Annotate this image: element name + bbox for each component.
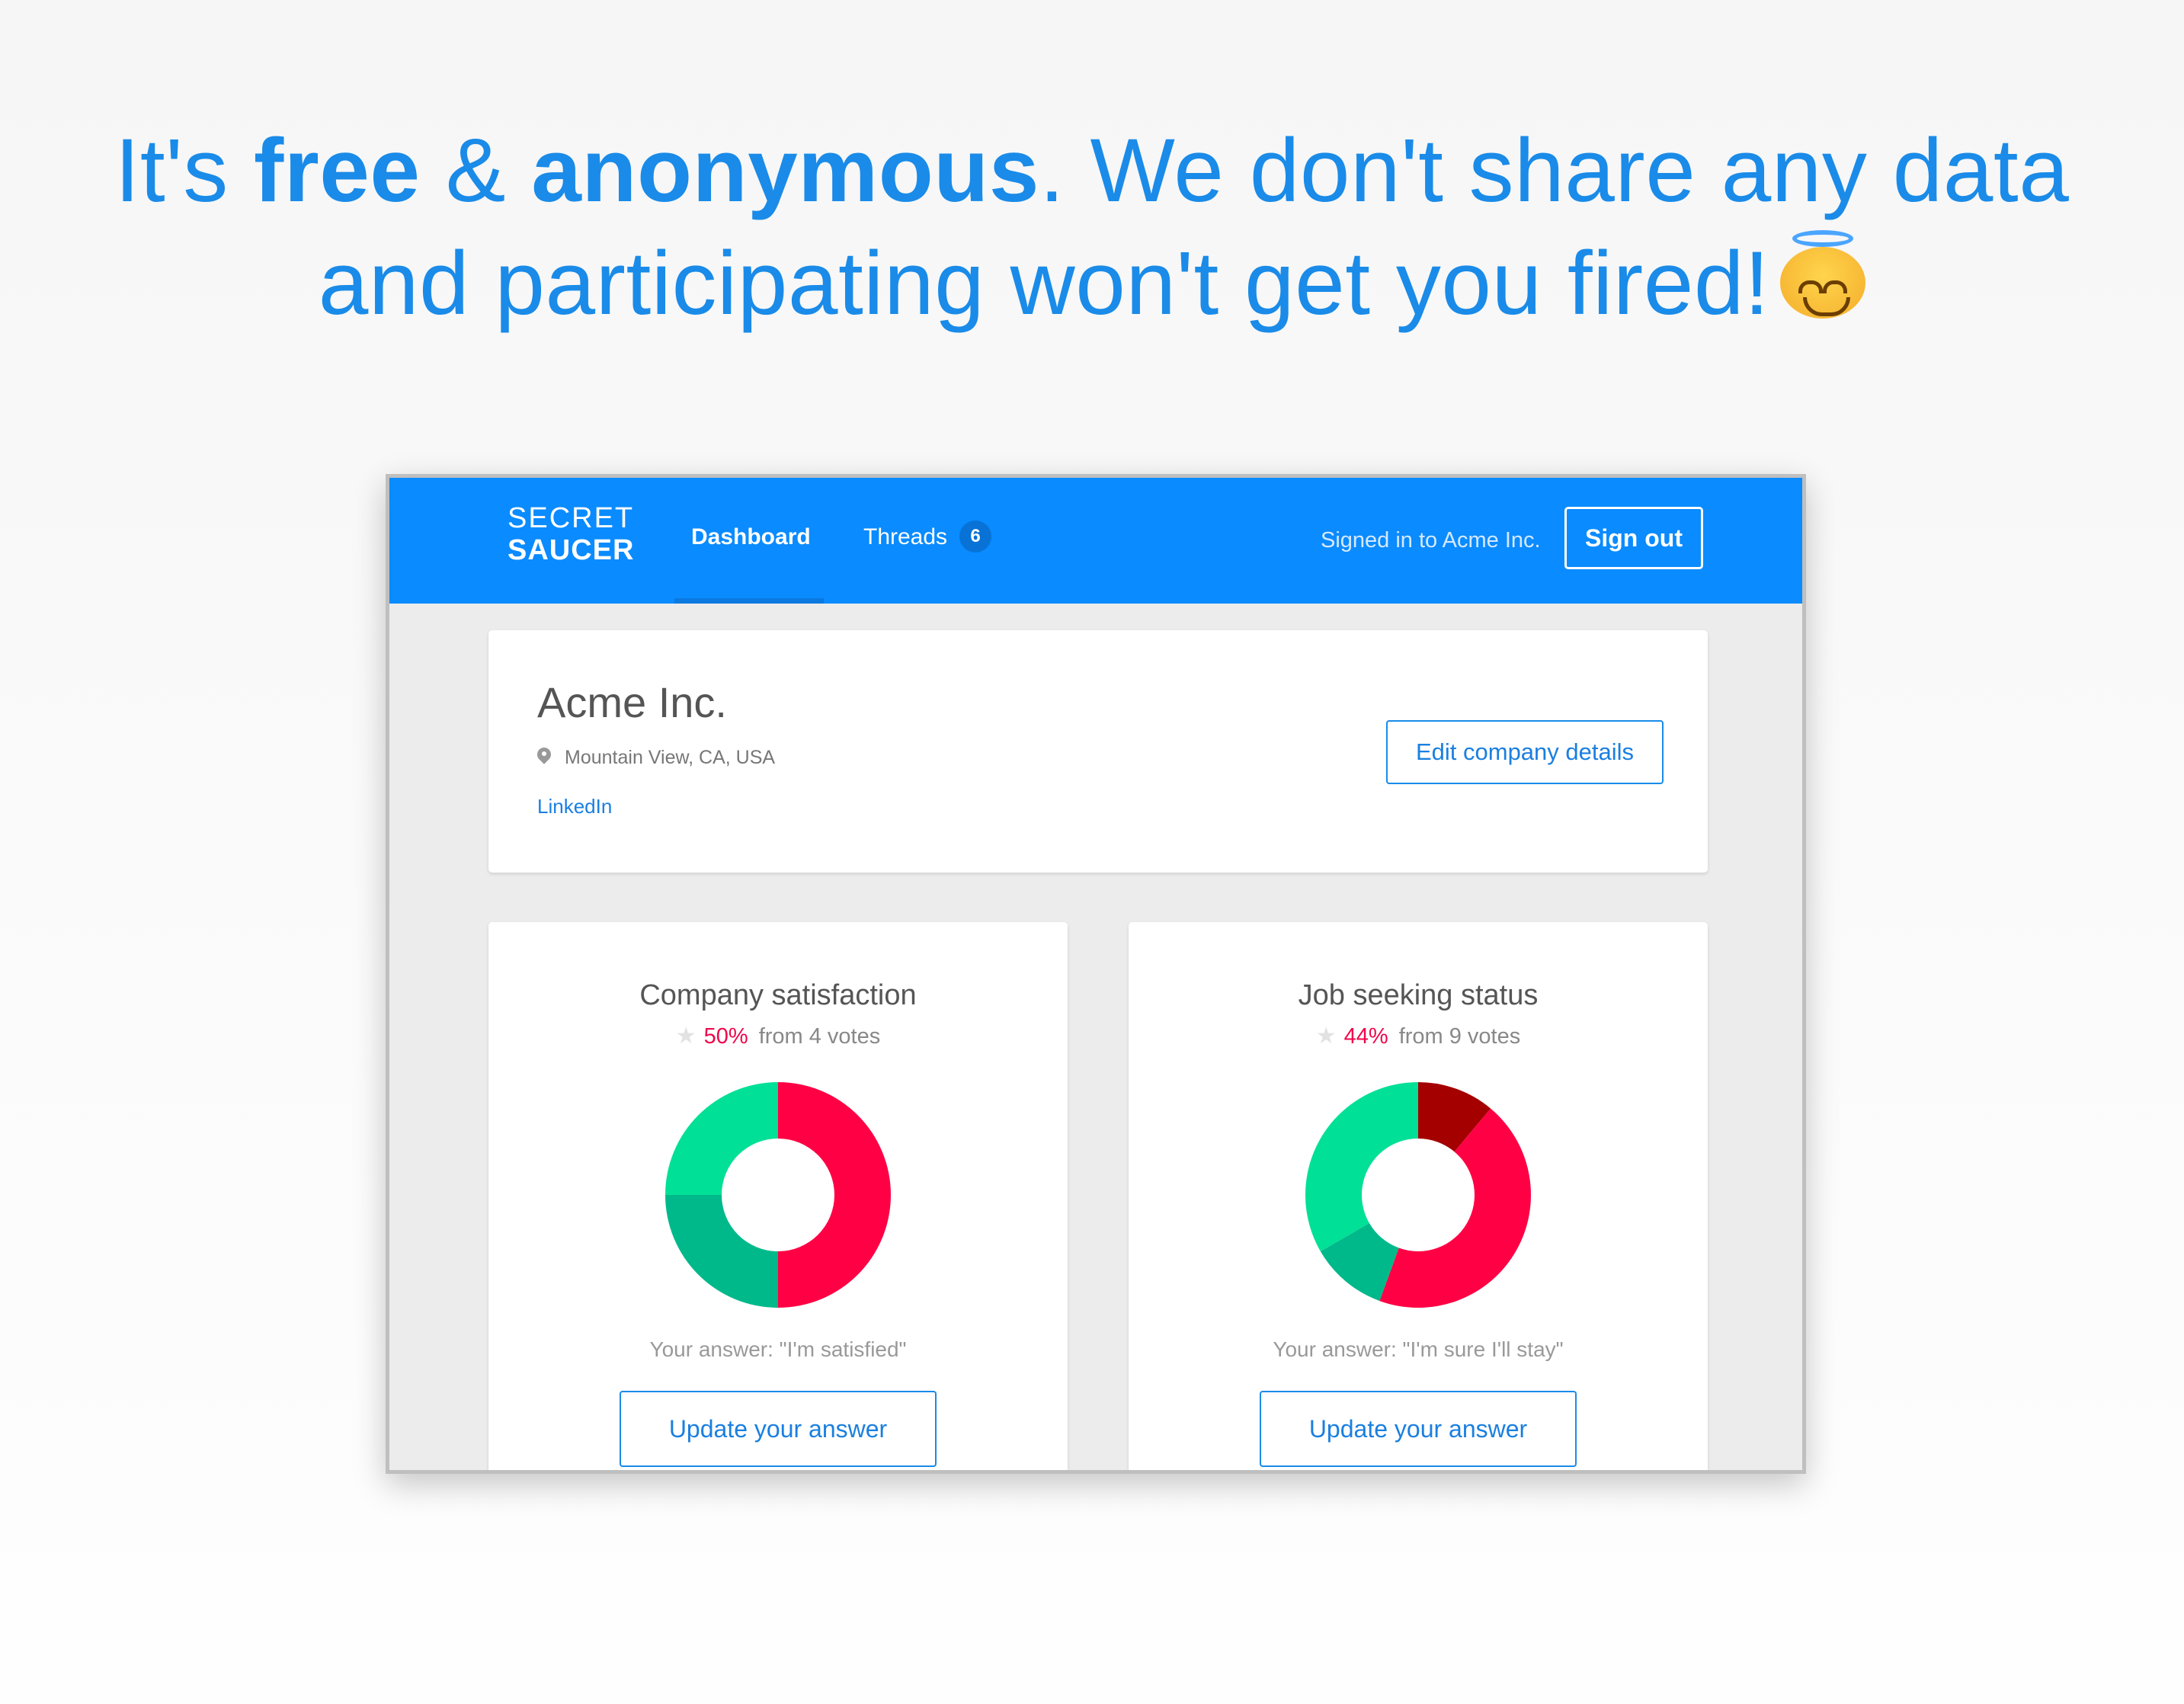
stat-percent: 44%	[1343, 1024, 1388, 1049]
your-answer: Your answer: "I'm sure I'll stay"	[1273, 1337, 1564, 1361]
satisfaction-donut-chart	[665, 1082, 891, 1308]
company-card: Acme Inc. Mountain View, CA, USA LinkedI…	[488, 630, 1708, 873]
job-seeking-status-card: Job seeking status ★ 44% from 9 votes Your…	[1129, 922, 1708, 1470]
donut-slice-1	[665, 1195, 778, 1308]
map-pin-icon	[534, 745, 554, 766]
headline-free: free	[254, 120, 421, 221]
stat-title: Job seeking status	[1298, 979, 1539, 1011]
edit-company-details-button[interactable]: Edit company details	[1386, 720, 1664, 784]
stat-summary: ★ 50% from 4 votes	[488, 1021, 1068, 1052]
headline: It's free & anonymous. We don't share an…	[0, 114, 2184, 340]
stat-summary: ★ 44% from 9 votes	[1129, 1021, 1708, 1052]
stat-title: Company satisfaction	[639, 979, 917, 1011]
headline-text: It's	[114, 120, 255, 221]
donut-slice-3	[1305, 1082, 1418, 1251]
stat-votes: from 4 votes	[758, 1024, 881, 1049]
stat-votes: from 9 votes	[1398, 1024, 1521, 1049]
headline-anonymous: anonymous	[531, 120, 1039, 221]
headline-text-3: and participating won't get you fired!	[318, 233, 1770, 334]
star-icon: ★	[1315, 1023, 1337, 1049]
signed-in-status: Signed in to Acme Inc.	[1321, 528, 1541, 553]
update-answer-button[interactable]: Update your answer	[1260, 1391, 1577, 1467]
active-tab-indicator	[674, 598, 824, 604]
tab-dashboard[interactable]: Dashboard	[691, 522, 811, 553]
update-answer-button[interactable]: Update your answer	[620, 1391, 937, 1467]
threads-count-badge: 6	[959, 520, 991, 553]
company-satisfaction-card: Company satisfaction ★ 50% from 4 votes Yo…	[488, 922, 1068, 1470]
app-screenshot-window: SECRET SAUCER Dashboard Threads 6 Signed…	[386, 474, 1806, 1474]
headline-line-2: and participating won't get you fired!	[0, 227, 2184, 340]
headline-line-1: It's free & anonymous. We don't share an…	[0, 114, 2184, 227]
star-icon: ★	[675, 1023, 697, 1049]
donut-slice-0	[778, 1082, 891, 1308]
logo-line-2: SAUCER	[508, 534, 635, 566]
sign-out-button[interactable]: Sign out	[1564, 507, 1703, 569]
location-text: Mountain View, CA, USA	[565, 747, 776, 768]
your-answer: Your answer: "I'm satisfied"	[649, 1337, 907, 1361]
donut-slice-2	[665, 1082, 778, 1195]
company-location: Mountain View, CA, USA	[534, 745, 776, 770]
stat-percent: 50%	[703, 1024, 748, 1049]
smiling-face-with-halo-icon	[1780, 230, 1866, 319]
linkedin-link[interactable]: LinkedIn	[537, 793, 612, 819]
logo[interactable]: SECRET SAUCER	[508, 502, 634, 566]
headline-text-2: . We don't share any data	[1039, 120, 2070, 221]
logo-line-1: SECRET	[508, 502, 635, 534]
headline-amp: &	[420, 120, 532, 221]
company-name: Acme Inc.	[537, 678, 727, 726]
job-seeking-donut-chart	[1305, 1082, 1531, 1308]
tab-threads[interactable]: Threads	[863, 522, 947, 553]
navbar: SECRET SAUCER Dashboard Threads 6 Signed…	[389, 478, 1802, 604]
